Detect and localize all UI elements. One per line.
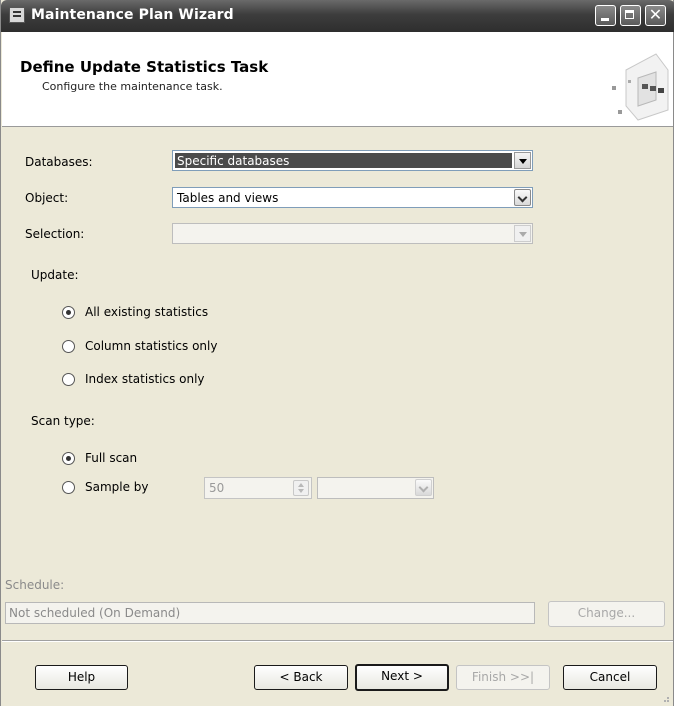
- change-schedule-button[interactable]: Change...: [548, 601, 665, 627]
- minimize-button[interactable]: [595, 5, 616, 26]
- object-value: Tables and views: [177, 191, 279, 205]
- all-statistics-radio[interactable]: [62, 306, 75, 319]
- close-icon: ✕: [648, 5, 663, 24]
- chevron-down-icon[interactable]: [514, 189, 531, 206]
- title-bar: Maintenance Plan Wizard ✕: [1, 0, 674, 32]
- column-statistics-label[interactable]: Column statistics only: [85, 339, 217, 353]
- databases-label: Databases:: [25, 155, 93, 169]
- selection-label: Selection:: [25, 227, 85, 241]
- column-statistics-radio[interactable]: [62, 340, 75, 353]
- resize-grip-icon[interactable]: [660, 693, 670, 703]
- object-label: Object:: [25, 191, 69, 205]
- scan-type-label: Scan type:: [31, 414, 95, 428]
- cancel-button[interactable]: Cancel: [563, 665, 657, 690]
- update-label: Update:: [31, 268, 79, 282]
- full-scan-label[interactable]: Full scan: [85, 451, 137, 465]
- full-scan-radio[interactable]: [62, 452, 75, 465]
- page-title: Define Update Statistics Task: [20, 58, 269, 76]
- next-button[interactable]: Next >: [355, 664, 449, 691]
- object-dropdown[interactable]: Tables and views: [172, 187, 533, 208]
- index-statistics-radio[interactable]: [62, 373, 75, 386]
- databases-dropdown[interactable]: Specific databases: [172, 150, 533, 171]
- sample-value: 50: [209, 481, 225, 495]
- schedule-value: Not scheduled (On Demand): [9, 606, 181, 620]
- window-title: Maintenance Plan Wizard: [31, 7, 234, 23]
- maximize-button[interactable]: [620, 5, 641, 26]
- all-statistics-label[interactable]: All existing statistics: [85, 305, 208, 319]
- wizard-graphic-icon: [612, 53, 669, 121]
- help-button[interactable]: Help: [35, 665, 128, 690]
- sample-unit-dropdown[interactable]: [317, 477, 434, 499]
- sample-value-stepper[interactable]: 50: [204, 477, 312, 499]
- close-button[interactable]: ✕: [645, 5, 666, 26]
- stepper-arrows-icon[interactable]: [293, 480, 309, 496]
- dropdown-arrow-icon[interactable]: [514, 225, 531, 242]
- footer-divider: [2, 640, 673, 642]
- app-icon: [9, 7, 25, 23]
- chevron-down-icon[interactable]: [415, 479, 432, 496]
- schedule-label: Schedule:: [5, 578, 65, 592]
- dropdown-arrow-icon[interactable]: [514, 152, 531, 169]
- sample-by-label[interactable]: Sample by: [85, 480, 149, 494]
- selection-dropdown[interactable]: [172, 223, 533, 244]
- wizard-header: Define Update Statistics Task Configure …: [2, 32, 673, 127]
- schedule-field: Not scheduled (On Demand): [5, 602, 535, 624]
- back-button[interactable]: < Back: [254, 665, 348, 690]
- databases-value: Specific databases: [177, 154, 290, 168]
- sample-by-radio[interactable]: [62, 481, 75, 494]
- finish-button[interactable]: Finish >>|: [456, 665, 550, 690]
- wizard-window: Maintenance Plan Wizard ✕ Define Update …: [0, 0, 674, 706]
- page-subtitle: Configure the maintenance task.: [42, 80, 223, 93]
- index-statistics-label[interactable]: Index statistics only: [85, 372, 205, 386]
